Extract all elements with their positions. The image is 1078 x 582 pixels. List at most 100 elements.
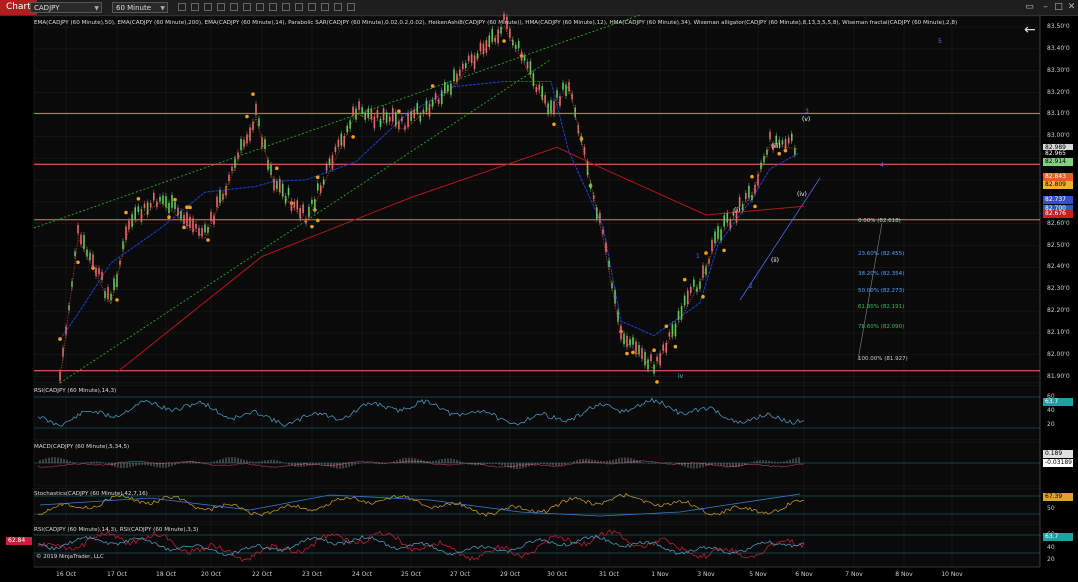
back-arrow-icon[interactable]: ← bbox=[1024, 22, 1036, 38]
candle-body bbox=[562, 82, 564, 90]
wave-label: 3 bbox=[805, 108, 809, 115]
candle-body bbox=[717, 226, 719, 239]
candle-body bbox=[410, 111, 412, 121]
candle-body bbox=[434, 93, 437, 100]
candle-body bbox=[98, 268, 100, 275]
candle-body bbox=[302, 204, 304, 214]
candle-body bbox=[162, 195, 164, 204]
candle-body bbox=[683, 295, 686, 306]
candle-body bbox=[252, 121, 254, 130]
sar-dot bbox=[664, 324, 669, 329]
stochastics-panel-label: Stochastics(CADJPY (60 Minute),42,7,16) bbox=[34, 491, 148, 497]
chart-canvas[interactable] bbox=[0, 0, 1078, 582]
candle-body bbox=[699, 281, 701, 289]
price-tick-label: 83.50'0 bbox=[1047, 23, 1070, 31]
date-tick-label: 1 Nov bbox=[651, 571, 669, 578]
candle-body bbox=[635, 341, 637, 355]
candle-body bbox=[473, 55, 476, 69]
date-tick-label: 3 Nov bbox=[697, 571, 715, 578]
candle-body bbox=[284, 196, 287, 204]
candle-body bbox=[364, 112, 366, 120]
sar-dot bbox=[704, 251, 708, 255]
candle-body bbox=[690, 286, 692, 293]
candle-body bbox=[325, 164, 328, 171]
candle-body bbox=[488, 35, 491, 47]
candle-body bbox=[156, 201, 158, 207]
sar-dot bbox=[397, 109, 401, 113]
date-tick-label: 25 Oct bbox=[401, 571, 421, 578]
candle-body bbox=[234, 158, 236, 169]
candle-body bbox=[228, 174, 230, 182]
candle-body bbox=[650, 354, 652, 361]
candle-body bbox=[264, 139, 266, 150]
candle-body bbox=[422, 109, 425, 114]
sar-dot bbox=[173, 197, 177, 202]
candle-body bbox=[195, 223, 197, 229]
price-tag: 82.914 bbox=[1043, 158, 1073, 166]
candle-body bbox=[255, 103, 257, 115]
candle-body bbox=[131, 214, 133, 227]
candle-body bbox=[198, 227, 200, 236]
candle-body bbox=[479, 42, 482, 52]
candle-body bbox=[219, 190, 221, 204]
candle-body bbox=[677, 310, 680, 320]
candle-body bbox=[470, 53, 473, 64]
candle-body bbox=[370, 108, 373, 120]
candle-body bbox=[748, 185, 750, 198]
candle-body bbox=[122, 241, 124, 250]
candle-body bbox=[358, 101, 360, 110]
candle-body bbox=[599, 212, 601, 223]
candle-body bbox=[720, 229, 722, 241]
date-tick-label: 27 Oct bbox=[450, 571, 470, 578]
fib-level-label: 23.60% (82.455) bbox=[858, 251, 905, 257]
candle-body bbox=[340, 133, 343, 146]
price-tick-label: 81.90'0 bbox=[1047, 372, 1070, 380]
sar-dot bbox=[206, 238, 210, 242]
candle-body bbox=[74, 251, 76, 257]
sar-dot bbox=[188, 205, 192, 210]
wave-label: (ii) bbox=[771, 257, 780, 264]
sar-dot bbox=[502, 39, 506, 43]
wave-label: 1 bbox=[696, 253, 700, 260]
candle-body bbox=[444, 82, 446, 94]
candle-body bbox=[476, 53, 479, 59]
candle-body bbox=[668, 332, 671, 337]
sar-dot bbox=[625, 351, 629, 356]
candle-body bbox=[738, 197, 741, 208]
candle-body bbox=[143, 203, 146, 209]
date-tick-label: 22 Oct bbox=[252, 571, 272, 578]
candle-body bbox=[398, 121, 400, 130]
candle-body bbox=[177, 207, 179, 216]
sar-dot bbox=[579, 137, 584, 141]
candle-body bbox=[334, 146, 337, 152]
candle-body bbox=[149, 203, 152, 208]
sar-dot bbox=[430, 84, 435, 88]
date-tick-label: 31 Oct bbox=[599, 571, 619, 578]
sar-dot bbox=[136, 196, 141, 201]
candle-body bbox=[485, 40, 488, 53]
candle-body bbox=[267, 159, 269, 170]
candle-body bbox=[140, 209, 143, 222]
price-tick-label: 83.10'0 bbox=[1047, 110, 1070, 118]
candle-body bbox=[293, 201, 296, 208]
sar-dot bbox=[631, 350, 635, 355]
date-tick-label: 10 Nov bbox=[941, 571, 963, 578]
candle-body bbox=[754, 184, 756, 194]
candle-body bbox=[86, 249, 88, 257]
sar-dot bbox=[275, 166, 279, 171]
candle-body bbox=[629, 339, 631, 346]
candle-body bbox=[388, 116, 391, 122]
candle-body bbox=[741, 204, 744, 211]
candle-body bbox=[376, 110, 379, 118]
candle-body bbox=[617, 310, 619, 322]
sar-dot bbox=[682, 277, 687, 282]
candle-body bbox=[751, 194, 753, 200]
candle-body bbox=[553, 101, 555, 115]
stoch-axis-tick: 50 bbox=[1047, 505, 1055, 512]
candle-body bbox=[210, 211, 212, 221]
candle-body bbox=[526, 61, 529, 69]
candle-body bbox=[107, 287, 109, 300]
candle-body bbox=[296, 200, 299, 210]
candle-body bbox=[328, 158, 331, 166]
candle-body bbox=[520, 51, 523, 61]
